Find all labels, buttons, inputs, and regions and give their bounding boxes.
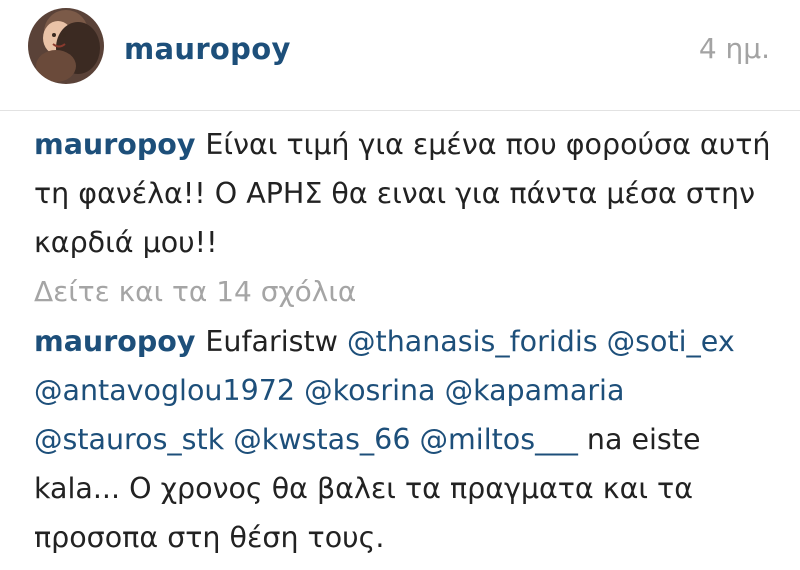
view-all-comments-link[interactable]: Δείτε και τα 14 σχόλια: [34, 267, 774, 317]
post-header: mauropoy 4 ημ.: [0, 0, 800, 111]
comments-section: mauropoy Είναι τιμή για εμένα που φορούσα…: [34, 120, 774, 562]
comment-username[interactable]: mauropoy: [34, 128, 195, 161]
post-timestamp: 4 ημ.: [698, 32, 770, 65]
mention-link[interactable]: @miltos___: [420, 423, 578, 456]
post-author-username[interactable]: mauropoy: [124, 32, 291, 66]
mention-link[interactable]: @antavoglou1972: [34, 374, 295, 407]
mention-link[interactable]: @kosrina: [304, 374, 435, 407]
comment-text-start: Eufaristw: [205, 325, 348, 358]
mention-link[interactable]: @kwstas_66: [233, 423, 410, 456]
caption-comment: mauropoy Είναι τιμή για εμένα που φορούσα…: [34, 120, 774, 267]
comment: mauropoy Eufaristw @thanasis_foridis @sot…: [34, 317, 774, 562]
mention-link[interactable]: @thanasis_foridis: [347, 325, 598, 358]
profile-photo-icon: [28, 8, 104, 84]
mention-link[interactable]: @stauros_stk: [34, 423, 224, 456]
comment-username[interactable]: mauropoy: [34, 325, 195, 358]
avatar[interactable]: [28, 8, 104, 84]
mention-link[interactable]: @kapamaria: [445, 374, 625, 407]
mention-link[interactable]: @soti_ex: [607, 325, 735, 358]
